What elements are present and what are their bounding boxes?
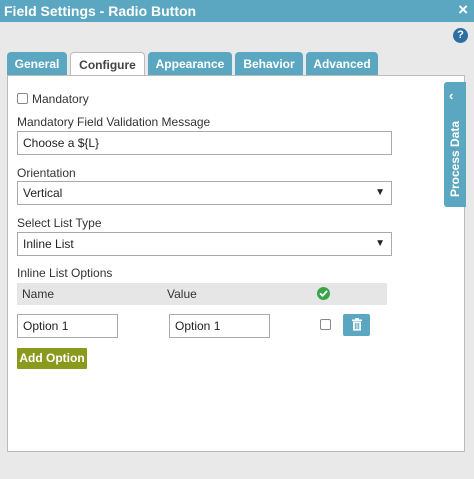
tab-advanced[interactable]: Advanced [306, 52, 378, 76]
trash-icon [351, 318, 362, 331]
mandatory-checkbox[interactable] [17, 93, 28, 104]
options-table-header: Name Value [17, 283, 387, 305]
list-type-value: Inline List [23, 237, 74, 251]
mandatory-label: Mandatory [32, 92, 89, 106]
help-icon[interactable]: ? [453, 28, 468, 43]
tab-behavior[interactable]: Behavior [235, 52, 303, 76]
orientation-label: Orientation [17, 166, 76, 180]
process-data-label: Process Data [448, 120, 462, 198]
window-title: Field Settings - Radio Button [4, 3, 197, 19]
orientation-value: Vertical [23, 186, 63, 200]
dialog-footer [0, 452, 474, 479]
dropdown-arrow-icon: ▼ [375, 238, 385, 249]
list-type-label: Select List Type [17, 216, 102, 230]
inline-options-label: Inline List Options [17, 266, 113, 280]
dropdown-arrow-icon: ▼ [375, 187, 385, 198]
tab-configure[interactable]: Configure [70, 52, 145, 77]
column-name-header: Name [22, 287, 55, 301]
list-type-select[interactable]: Inline List ▼ [17, 232, 392, 256]
orientation-select[interactable]: Vertical ▼ [17, 181, 392, 205]
process-data-tab[interactable]: ‹ Process Data [444, 82, 466, 207]
check-circle-icon [317, 287, 330, 300]
option-default-checkbox[interactable] [320, 319, 331, 330]
window-titlebar: Field Settings - Radio Button × [0, 0, 474, 22]
validation-message-input[interactable]: Choose a ${L} [17, 131, 392, 155]
chevron-left-icon: ‹ [449, 88, 454, 103]
column-value-header: Value [167, 287, 197, 301]
add-option-button[interactable]: Add Option [17, 348, 87, 369]
option-value-input[interactable]: Option 1 [169, 314, 270, 338]
tab-appearance[interactable]: Appearance [148, 52, 232, 76]
close-icon[interactable]: × [458, 1, 468, 19]
validation-message-label: Mandatory Field Validation Message [17, 115, 211, 129]
delete-option-button[interactable] [343, 314, 370, 336]
tab-general[interactable]: General [7, 52, 67, 76]
option-name-input[interactable]: Option 1 [17, 314, 118, 338]
